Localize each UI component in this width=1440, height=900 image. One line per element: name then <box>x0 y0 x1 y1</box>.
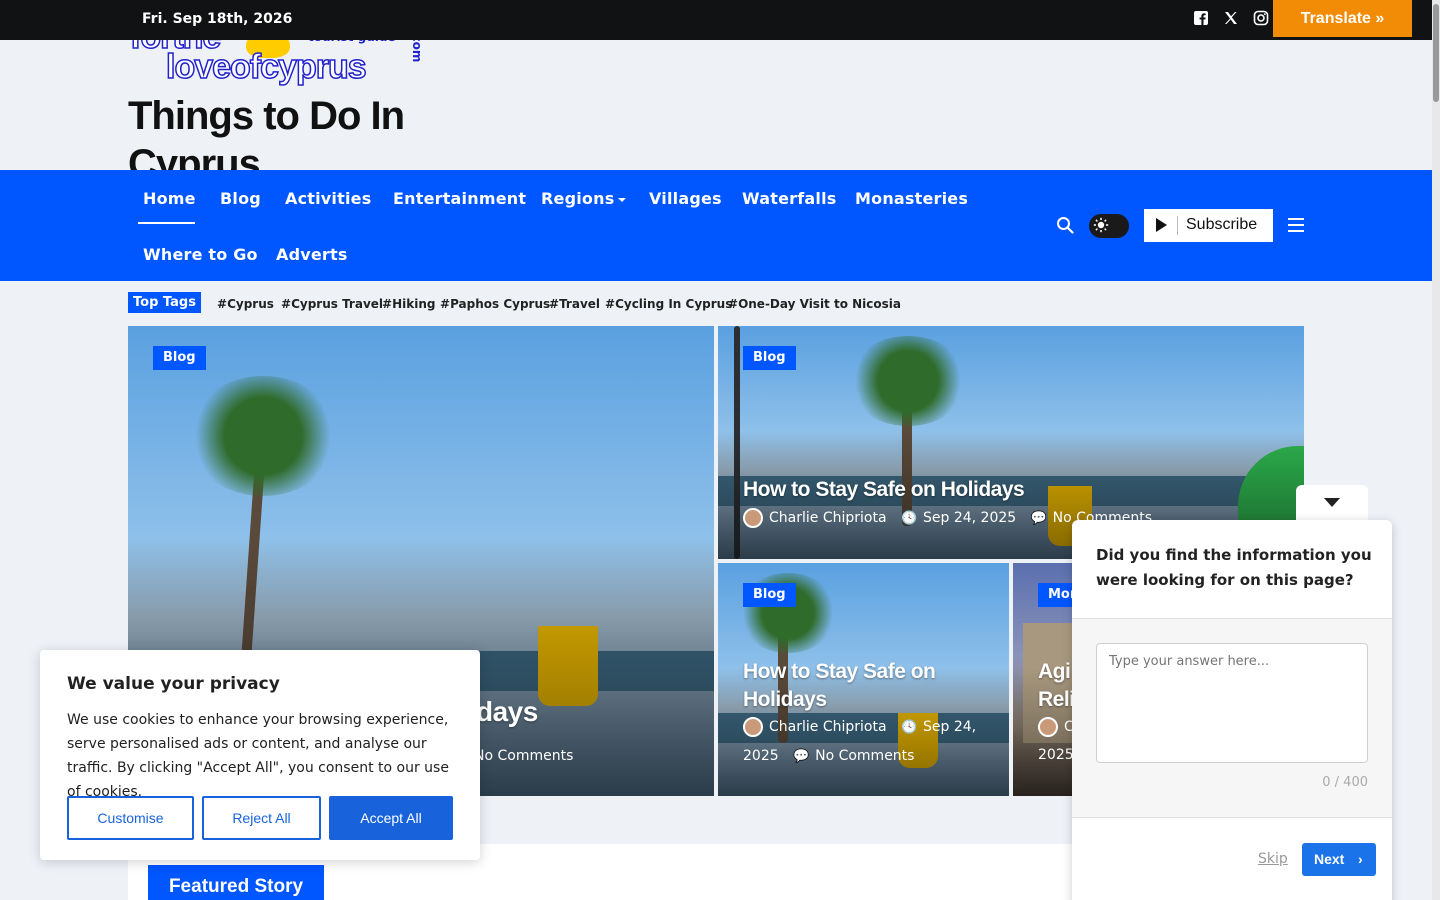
card-title[interactable]: How to Stay Safe on Holidays <box>743 658 993 714</box>
facebook-icon[interactable] <box>1192 10 1210 28</box>
top-bar: Fri. Sep 18th, 2026 Translate » <box>0 0 1432 40</box>
search-icon[interactable] <box>1056 216 1074 234</box>
clock-icon: 🕓 <box>900 720 918 735</box>
tag-label: One-Day Visit to Nicosia <box>738 297 901 311</box>
scrollbar-thumb[interactable] <box>1433 4 1439 102</box>
tag-label: Hiking <box>392 297 436 311</box>
survey-collapse-button[interactable] <box>1296 485 1368 521</box>
author-name[interactable]: Charlie Chipriota <box>769 510 887 526</box>
next-label: Next <box>1314 851 1345 867</box>
tag-one-day-visit-nicosia[interactable]: #One-Day Visit to Nicosia <box>728 297 901 311</box>
cookie-description: We use cookies to enhance your browsing … <box>67 712 449 800</box>
feedback-survey-panel: Did you find the information you were lo… <box>1072 520 1392 900</box>
card-meta: Charlie Chipriota 🕓 Sep 24, 2025 💬 No Comm… <box>743 713 1003 771</box>
tag-hiking[interactable]: #Hiking <box>382 297 435 311</box>
chevron-down-icon <box>618 197 627 202</box>
tag-cyprus[interactable]: #Cyprus <box>217 297 274 311</box>
survey-question: Did you find the information you were lo… <box>1096 546 1372 589</box>
comments-icon: 💬 <box>793 749 810 764</box>
author-avatar[interactable] <box>743 508 763 528</box>
author-avatar[interactable] <box>743 717 763 737</box>
skip-link[interactable]: Skip <box>1258 851 1288 867</box>
post-date-year[interactable]: 2025 <box>743 748 779 764</box>
next-button[interactable]: Next › <box>1302 843 1376 876</box>
author-avatar[interactable] <box>1038 717 1058 737</box>
nav-item-entertainment[interactable]: Entertainment <box>393 189 526 208</box>
chevron-down-icon <box>1324 498 1340 507</box>
dark-mode-toggle[interactable] <box>1089 214 1129 238</box>
active-nav-underline <box>138 222 195 224</box>
accept-all-button[interactable]: Accept All <box>329 796 453 840</box>
nav-item-home[interactable]: Home <box>143 189 196 208</box>
subscribe-label: Subscribe <box>1186 216 1258 233</box>
subscribe-button[interactable]: Subscribe <box>1144 209 1273 242</box>
translate-button[interactable]: Translate » <box>1273 0 1412 37</box>
palm-leaves-image <box>188 376 338 496</box>
page-scrollbar[interactable] <box>1432 0 1440 900</box>
cookie-consent-panel: We value your privacy We use cookies to … <box>40 650 480 860</box>
tag-label: Travel <box>559 297 601 311</box>
card-title[interactable]: How to Stay Safe on Holidays <box>743 478 1025 502</box>
palm-leaves-image <box>848 336 968 426</box>
author-name[interactable]: Charlie Chipriota <box>769 719 887 735</box>
character-counter: 0 / 400 <box>1322 775 1368 790</box>
nav-item-monasteries[interactable]: Monasteries <box>855 189 968 208</box>
nav-item-waterfalls[interactable]: Waterfalls <box>742 189 837 208</box>
site-title[interactable]: Things to Do In Cyprus <box>128 92 428 170</box>
nav-item-adverts[interactable]: Adverts <box>276 245 348 264</box>
tag-label: Cyprus Travel <box>291 297 384 311</box>
post-date[interactable]: Sep 24, <box>923 719 976 735</box>
card-comments[interactable]: No Comments <box>474 742 573 770</box>
clock-icon: 🕓 <box>900 511 918 526</box>
card-meta: C 2025 <box>1038 713 1074 769</box>
post-date-year[interactable]: 2025 <box>1038 747 1074 763</box>
card-title-line1: Agi <box>1038 660 1071 683</box>
card-comments[interactable]: No Comments <box>815 748 914 764</box>
sun-icon <box>1092 217 1110 235</box>
card-title[interactable]: Agi Reli <box>1038 658 1075 714</box>
customise-button[interactable]: Customise <box>67 796 194 840</box>
instagram-icon[interactable] <box>1252 10 1270 28</box>
tag-cycling-in-cyprus[interactable]: #Cycling In Cyprus <box>605 297 732 311</box>
category-badge[interactable]: Blog <box>153 346 206 370</box>
nav-item-where-to-go[interactable]: Where to Go <box>143 245 258 264</box>
comments-icon: 💬 <box>1030 511 1047 526</box>
tag-cyprus-travel[interactable]: #Cyprus Travel <box>281 297 383 311</box>
tag-label: Cycling In Cyprus <box>615 297 733 311</box>
top-tags-label: Top Tags <box>128 292 201 313</box>
play-icon <box>1156 218 1167 232</box>
x-twitter-icon[interactable] <box>1222 10 1240 28</box>
cookie-title: We value your privacy <box>67 674 280 694</box>
logo-text-line2: loveofcyprus <box>165 47 367 87</box>
tag-label: Paphos Cyprus <box>450 297 551 311</box>
nav-item-blog[interactable]: Blog <box>220 189 261 208</box>
survey-answer-area: 0 / 400 <box>1072 618 1392 818</box>
category-badge[interactable]: Blog <box>743 346 796 370</box>
tag-travel[interactable]: #Travel <box>549 297 600 311</box>
current-date: Fri. Sep 18th, 2026 <box>142 11 293 27</box>
card-title[interactable]: days <box>476 696 538 728</box>
featured-story-heading: Featured Story <box>148 865 324 900</box>
survey-answer-input[interactable] <box>1096 643 1368 763</box>
tag-paphos-cyprus[interactable]: #Paphos Cyprus <box>440 297 550 311</box>
nav-item-villages[interactable]: Villages <box>649 189 722 208</box>
subscribe-divider <box>1177 216 1178 235</box>
tag-label: Cyprus <box>227 297 274 311</box>
nav-item-regions[interactable]: Regions <box>541 189 627 208</box>
chevron-right-icon: › <box>1358 851 1363 867</box>
main-navigation: Home Blog Activities Entertainment Regio… <box>0 170 1432 281</box>
card-title-line2: Reli <box>1038 688 1075 711</box>
reject-all-button[interactable]: Reject All <box>202 796 321 840</box>
hamburger-menu-icon[interactable] <box>1288 218 1304 232</box>
nav-item-regions-label: Regions <box>541 189 615 208</box>
hero-card-bottom-left[interactable]: Blog How to Stay Safe on Holidays Charli… <box>718 563 1009 796</box>
post-date[interactable]: Sep 24, 2025 <box>923 510 1016 526</box>
nav-item-activities[interactable]: Activities <box>285 189 371 208</box>
category-badge[interactable]: Blog <box>743 583 796 607</box>
